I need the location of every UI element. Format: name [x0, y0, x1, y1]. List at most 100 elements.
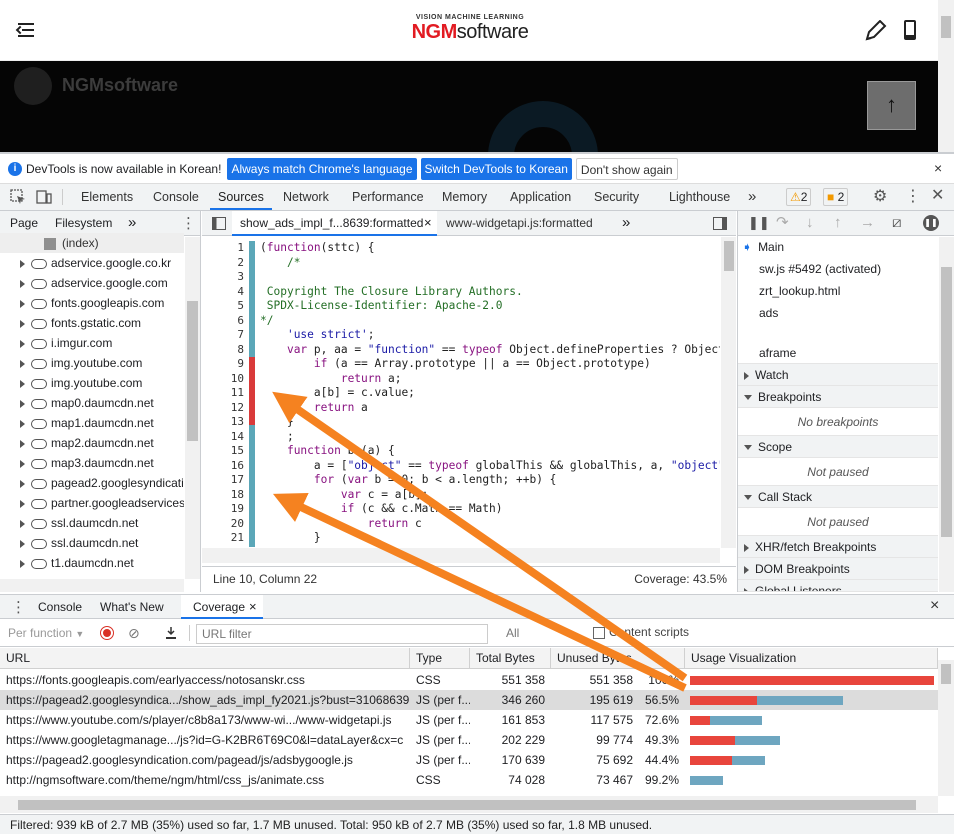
- source-code[interactable]: (function(sttc) { /* Copyright The Closu…: [260, 237, 720, 547]
- line-number[interactable]: 16: [231, 459, 244, 474]
- clear-icon[interactable]: ⊘: [128, 625, 140, 642]
- xhr-breakpoints-section[interactable]: XHR/fetch Breakpoints: [738, 536, 938, 558]
- editor-tab-active[interactable]: show_ads_impl_f...8639:formatted ×: [232, 211, 437, 236]
- type-filter-select[interactable]: All: [506, 626, 519, 640]
- match-language-button[interactable]: Always match Chrome's language: [227, 158, 416, 180]
- scope-section[interactable]: Scope: [738, 436, 938, 458]
- issues-badge[interactable]: ■ 2: [823, 188, 848, 206]
- thread-item[interactable]: aframe: [738, 342, 938, 364]
- line-number[interactable]: 14: [231, 430, 244, 445]
- line-number[interactable]: 8: [237, 343, 244, 358]
- inspect-element-icon[interactable]: [10, 189, 26, 205]
- tree-item-domain[interactable]: t1.daumcdn.net: [0, 553, 184, 573]
- call-stack-section[interactable]: Call Stack: [738, 486, 938, 508]
- tree-item-domain[interactable]: fonts.googleapis.com: [0, 293, 184, 313]
- tree-item-domain[interactable]: i.imgur.com: [0, 333, 184, 353]
- url-filter-input[interactable]: URL filter: [196, 624, 488, 644]
- breakpoints-section[interactable]: Breakpoints: [738, 386, 938, 408]
- line-number[interactable]: 6: [237, 314, 244, 329]
- tab-security[interactable]: Security: [594, 184, 639, 210]
- column-header-url[interactable]: URL: [0, 648, 410, 669]
- tree-item-domain[interactable]: fonts.gstatic.com: [0, 313, 184, 333]
- editor-tab-widgetapi[interactable]: www-widgetapi.js:formatted: [446, 216, 593, 230]
- table-row[interactable]: https://fonts.googleapis.com/earlyaccess…: [0, 670, 938, 690]
- cursor-position[interactable]: Line 10, Column 22: [213, 567, 317, 591]
- line-number[interactable]: 18: [231, 488, 244, 503]
- table-row[interactable]: http://ngmsoftware.com/theme/ngm/html/cs…: [0, 770, 938, 790]
- dont-show-again-button[interactable]: Don't show again: [576, 158, 678, 180]
- tree-item-index[interactable]: (index): [0, 233, 184, 253]
- column-header-total[interactable]: Total Bytes: [470, 648, 551, 669]
- tree-item-domain[interactable]: map2.daumcdn.net: [0, 433, 184, 453]
- table-row[interactable]: https://pagead2.googlesyndication.com/pa…: [0, 750, 938, 770]
- drawer-menu-icon[interactable]: ⋮: [11, 600, 26, 615]
- close-drawer-icon[interactable]: ×: [930, 597, 939, 615]
- line-number[interactable]: 10: [231, 372, 244, 387]
- kebab-menu-icon[interactable]: ⋮: [905, 189, 921, 205]
- editor-scrollbar[interactable]: [721, 237, 736, 548]
- drawer-tab-console[interactable]: Console: [38, 600, 82, 614]
- tree-item-domain[interactable]: map1.daumcdn.net: [0, 413, 184, 433]
- column-header-type[interactable]: Type: [410, 648, 470, 669]
- column-header-visualization[interactable]: Usage Visualization: [685, 648, 938, 669]
- tab-memory[interactable]: Memory: [442, 184, 487, 210]
- global-listeners-section[interactable]: Global Listeners: [738, 580, 938, 592]
- navigator-scrollbar-thumb[interactable]: [187, 301, 198, 441]
- tab-application[interactable]: Application: [510, 184, 571, 210]
- tab-network[interactable]: Network: [283, 184, 329, 210]
- coverage-type-select[interactable]: Per function ▼: [8, 626, 84, 640]
- tree-item-domain[interactable]: pagead2.googlesyndicati: [0, 473, 184, 493]
- settings-gear-icon[interactable]: ⚙: [873, 189, 887, 205]
- line-number[interactable]: 13: [231, 415, 244, 430]
- tree-item-domain[interactable]: adservice.google.com: [0, 273, 184, 293]
- close-tab-icon[interactable]: ×: [249, 599, 257, 614]
- line-number[interactable]: 1: [237, 241, 244, 256]
- line-number[interactable]: 12: [231, 401, 244, 416]
- record-button[interactable]: [100, 626, 114, 640]
- device-toolbar-icon[interactable]: [36, 189, 52, 205]
- tree-item-domain[interactable]: adservice.google.co.kr: [0, 253, 184, 273]
- dom-breakpoints-section[interactable]: DOM Breakpoints: [738, 558, 938, 580]
- tree-item-domain[interactable]: ssl.daumcdn.net: [0, 533, 184, 553]
- deactivate-breakpoints-icon[interactable]: ⧄: [892, 215, 902, 230]
- line-number[interactable]: 9: [237, 357, 244, 372]
- export-icon[interactable]: [165, 626, 177, 640]
- tree-item-domain[interactable]: ssl.daumcdn.net: [0, 513, 184, 533]
- tree-item-domain[interactable]: map0.daumcdn.net: [0, 393, 184, 413]
- tab-elements[interactable]: Elements: [81, 184, 133, 210]
- menu-toggle-icon[interactable]: [14, 20, 38, 40]
- editor-hscrollbar[interactable]: [202, 548, 720, 563]
- drawer-tab-whats-new[interactable]: What's New: [100, 600, 164, 614]
- more-tabs-button[interactable]: »: [748, 184, 756, 210]
- pause-icon[interactable]: ❚❚: [748, 216, 770, 229]
- tab-filesystem[interactable]: Filesystem: [55, 216, 112, 230]
- tab-lighthouse[interactable]: Lighthouse: [669, 184, 730, 210]
- more-editor-tabs[interactable]: »: [622, 214, 630, 231]
- watch-section[interactable]: Watch: [738, 364, 938, 386]
- editor-scrollbar-thumb[interactable]: [724, 241, 734, 271]
- line-number[interactable]: 19: [231, 502, 244, 517]
- scroll-to-top-button[interactable]: ↑: [867, 81, 916, 130]
- thread-item[interactable]: ads: [738, 302, 938, 324]
- toggle-navigator-icon[interactable]: [212, 217, 226, 230]
- line-number[interactable]: 2: [237, 256, 244, 271]
- toggle-debugger-icon[interactable]: [713, 217, 727, 230]
- step-out-icon[interactable]: ↑: [834, 215, 842, 230]
- line-number[interactable]: 15: [231, 444, 244, 459]
- tree-item-domain[interactable]: map3.daumcdn.net: [0, 453, 184, 473]
- content-scripts-checkbox[interactable]: Content scripts: [593, 625, 689, 639]
- warnings-badge[interactable]: ⚠2: [786, 188, 811, 206]
- close-devtools-icon[interactable]: ✕: [931, 188, 944, 204]
- tab-page[interactable]: Page: [10, 216, 38, 230]
- thread-item[interactable]: sw.js #5492 (activated): [738, 258, 938, 280]
- line-number[interactable]: 21: [231, 531, 244, 546]
- coverage-scrollbar-thumb[interactable]: [941, 664, 951, 684]
- close-tab-icon[interactable]: ×: [424, 215, 432, 230]
- drawer-tab-coverage[interactable]: Coverage ×: [181, 595, 263, 619]
- line-number[interactable]: 11: [231, 386, 244, 401]
- thread-item[interactable]: zrt_lookup.html: [738, 280, 938, 302]
- pencil-icon[interactable]: [864, 20, 888, 42]
- line-number[interactable]: 3: [237, 270, 244, 285]
- more-navigator-tabs[interactable]: »: [128, 214, 136, 231]
- site-scrollbar-thumb[interactable]: [941, 16, 951, 38]
